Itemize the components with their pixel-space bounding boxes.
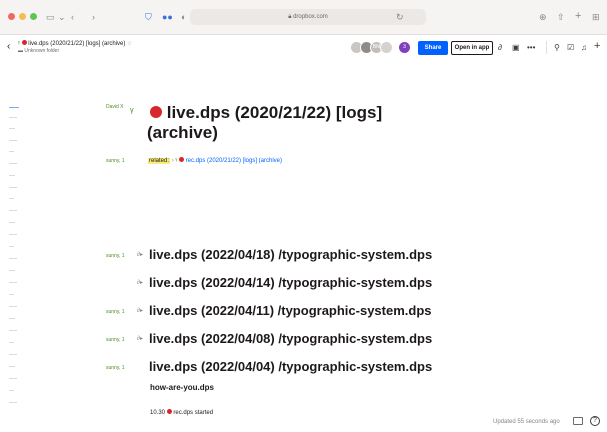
author-attribution: sunny, 1 [106,365,125,371]
minimap-line[interactable] [9,402,17,403]
seedling-icon: ᵞ [130,106,134,118]
address-text: dropbox.com [293,14,328,20]
help-icon[interactable]: ? [590,416,600,426]
red-circle-icon [166,409,172,414]
address-bar[interactable]: 🔒︎ dropbox.com [190,9,426,25]
link-toggle-icon[interactable]: ∂▸ [137,251,143,258]
reader-icon[interactable]: ◐ [181,12,186,22]
privacy-shield-icon[interactable]: ⛉ [145,12,152,22]
red-circle-icon [21,40,27,45]
back-chevron-icon[interactable]: ‹ [7,41,10,53]
keyboard-shortcuts-icon[interactable] [573,417,583,425]
minimize-window-button[interactable] [19,13,26,20]
entry-heading[interactable]: live.dps (2022/04/11) /typographic-syste… [149,303,432,318]
minimap-line[interactable] [9,140,17,141]
related-label: related: [148,158,171,164]
update-status: Updated 55 seconds ago [493,419,560,425]
log-time: 10.30 [150,410,166,416]
star-icon[interactable]: ☆ [127,41,132,47]
minimap-line[interactable] [9,222,15,223]
zoom-window-button[interactable] [30,13,37,20]
minimap-line[interactable] [9,246,14,247]
log-line[interactable]: 10.30 rec.dps started [150,409,213,416]
link-toggle-icon[interactable]: ∂▸ [137,279,143,286]
minimap-line[interactable] [9,198,14,199]
extension-icon[interactable]: ●● [162,12,173,22]
related-line[interactable]: related: › ᵞ rec.dps (2020/21/22) [logs]… [148,157,282,164]
author-attribution: sunny, 1 [106,158,125,164]
entry-heading[interactable]: live.dps (2022/04/14) /typographic-syste… [149,275,432,290]
minimap-line[interactable] [9,234,17,235]
entry-heading[interactable]: live.dps (2022/04/04) /typographic-syste… [149,359,432,374]
minimap-line[interactable] [9,366,15,367]
sub-heading[interactable]: how-are-you.dps [150,383,214,392]
minimap-line[interactable] [9,378,17,379]
share-button[interactable]: Share [418,41,448,55]
reload-icon[interactable]: ↻ [396,12,404,22]
doc-title-text: live.dps (2020/21/22) [logs] (archive) [28,41,126,47]
author-attribution: sunny, 1 [106,309,125,315]
related-link[interactable]: rec.dps (2020/21/22) [logs] (archive) [186,158,282,164]
tab-overview-icon[interactable]: ⊞ [592,12,600,22]
author-attribution: David X [106,104,124,110]
log-text: rec.dps started [173,410,214,416]
minimap-line[interactable] [9,294,14,295]
minimap-line[interactable] [9,117,17,118]
minimap-current[interactable] [9,107,19,108]
add-icon[interactable]: + [594,41,600,52]
seedling-icon: ᵞ [18,41,20,47]
link-icon[interactable]: ∂ [498,43,502,53]
notifications-icon[interactable]: ♫ [581,43,587,53]
document-title-line2[interactable]: (archive) [147,123,218,143]
avatar[interactable] [380,41,393,54]
chevron-down-icon[interactable]: ⌄ [58,12,66,22]
minimap-line[interactable] [9,163,17,164]
arrow-icon: › [171,158,174,164]
folder-icon: ▬ [18,48,23,54]
entry-heading[interactable]: live.dps (2022/04/18) /typographic-syste… [149,247,432,262]
forward-icon[interactable]: › [92,12,95,22]
present-icon[interactable]: ▣ [512,43,520,53]
link-toggle-icon[interactable]: ∂▸ [137,307,143,314]
more-options-icon[interactable]: ••• [527,43,535,53]
folder-name: Unknown folder [24,48,60,54]
minimap-line[interactable] [9,151,14,152]
entry-heading[interactable]: live.dps (2022/04/08) /typographic-syste… [149,331,432,346]
red-circle-icon [178,157,184,162]
close-window-button[interactable] [8,13,15,20]
minimap-line[interactable] [9,306,17,307]
divider [546,41,547,54]
minimap-line[interactable] [9,210,17,211]
share-icon[interactable]: ⇧ [557,12,565,22]
back-icon[interactable]: ‹ [71,12,74,22]
checklist-icon[interactable]: ☑ [567,43,574,53]
minimap-line[interactable] [9,258,17,259]
red-circle-icon [150,106,162,118]
folder-path[interactable]: ▬ Unknown folder [18,48,59,54]
search-icon[interactable]: ⚲ [554,43,560,53]
download-icon[interactable]: ⊕ [539,12,547,22]
author-attribution: sunny, 1 [106,337,125,343]
link-toggle-icon[interactable]: ∂▸ [137,335,143,342]
minimap-line[interactable] [9,330,17,331]
seedling-icon: ᵞ [175,158,178,164]
doc-title[interactable]: ᵞ live.dps (2020/21/22) [logs] (archive)… [18,40,132,47]
more-collaborators-badge[interactable]: 3 [398,41,411,54]
document-title[interactable]: live.dps (2020/21/22) [logs] [150,103,382,123]
minimap-line[interactable] [9,175,15,176]
sidebar-icon[interactable]: ▭ [46,12,55,22]
minimap-line[interactable] [9,187,17,188]
minimap-line[interactable] [9,270,15,271]
lock-icon: 🔒︎ [288,14,292,20]
author-attribution: sunny, 1 [106,253,125,259]
minimap-line[interactable] [9,342,14,343]
minimap-line[interactable] [9,354,17,355]
new-tab-icon[interactable]: + [575,11,581,22]
minimap-line[interactable] [9,282,17,283]
minimap-line[interactable] [9,390,14,391]
minimap-line[interactable] [9,128,15,129]
minimap-line[interactable] [9,318,15,319]
open-in-app-button[interactable]: Open in app [451,41,493,55]
